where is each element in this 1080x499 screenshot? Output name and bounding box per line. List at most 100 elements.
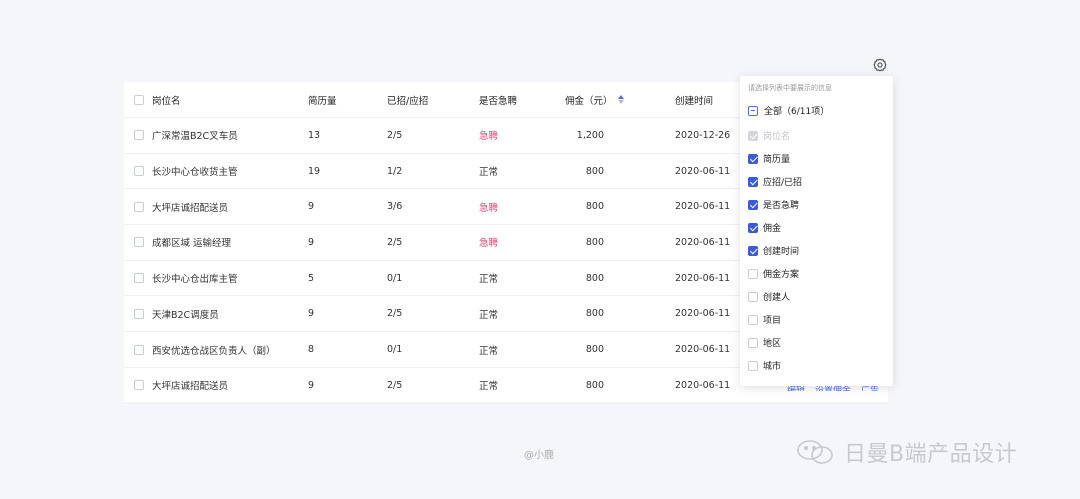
wechat-icon [797,440,833,464]
cell-name: 大坪店诚招配送员 [152,202,229,214]
cell-ratio: 2/5 [387,379,403,391]
header-resume: 简历量 [308,95,337,107]
cell-date: 2020-06-11 [675,379,731,391]
cell-ratio: 0/1 [387,344,403,356]
option-checkbox[interactable] [748,337,758,348]
cell-ratio: 2/5 [387,129,403,141]
column-option: 岗位名 [748,129,790,142]
header-urgent: 是否急聘 [479,95,518,107]
column-option[interactable]: 佣金方案 [748,267,799,280]
cell-name: 天津B2C调度员 [152,309,219,321]
cell-resume: 9 [308,236,315,248]
sort-icon[interactable] [617,95,624,104]
header-fee[interactable]: 佣金（元） [565,82,624,117]
cell-ratio: 0/1 [387,272,403,284]
cell-date: 2020-06-11 [675,272,731,284]
cell-fee: 800 [585,379,604,391]
option-label: 项目 [763,316,782,326]
brand-watermark-text: 日曼B端产品设计 [844,442,1018,467]
option-checkbox[interactable] [748,360,758,371]
option-checkbox[interactable] [748,153,758,164]
cell-name: 长沙中心仓收货主管 [152,167,238,179]
select-all-checkbox[interactable] [134,82,144,117]
column-option[interactable]: 城市 [748,359,781,372]
cell-ratio: 3/6 [387,201,403,213]
column-option[interactable]: 简历量 [748,152,790,165]
cell-resume: 9 [308,379,315,391]
header-fee-label: 佣金（元） [565,95,613,107]
option-label: 地区 [763,339,782,349]
cell-name: 大坪店诚招配送员 [152,381,229,393]
cell-name: 成都区域 运输经理 [152,238,232,250]
option-label: 应招/已招 [763,178,803,188]
cell-date: 2020-06-11 [675,344,731,356]
row-checkbox[interactable] [134,225,144,260]
cell-fee: 800 [585,344,604,356]
gear-icon[interactable] [873,58,887,72]
cell-resume: 8 [308,344,315,356]
option-checkbox [748,130,758,141]
column-option[interactable]: 应招/已招 [748,175,802,188]
cell-resume: 9 [308,308,315,320]
cell-urgent: 正常 [479,274,499,286]
option-checkbox[interactable] [748,222,758,233]
row-checkbox[interactable] [134,332,144,367]
row-checkbox[interactable] [134,154,144,189]
cell-name: 长沙中心仓出库主管 [152,274,238,286]
column-option[interactable]: 佣金 [748,221,781,234]
header-date: 创建时间 [675,95,714,107]
option-checkbox[interactable] [748,268,758,279]
option-label: 城市 [763,362,782,372]
cell-date: 2020-06-11 [675,165,731,177]
cell-ratio: 1/2 [387,165,403,177]
cell-urgent: 急聘 [479,238,499,250]
select-all-columns[interactable]: 全部（6/11项） [748,104,829,117]
cell-fee: 800 [585,308,604,320]
cell-fee: 1,200 [576,129,604,141]
author-watermark: @小鹿 [524,450,554,461]
option-label: 佣金方案 [763,270,800,280]
column-settings-panel: 请选择列表中要展示的信息 全部（6/11项） 岗位名简历量应招/已招是否急聘佣金… [740,76,893,386]
cell-resume: 13 [308,129,321,141]
cell-urgent: 急聘 [479,131,499,143]
cell-resume: 9 [308,201,315,213]
header-ratio: 已招/应招 [387,95,429,107]
indeterminate-checkbox[interactable] [748,105,758,116]
column-option[interactable]: 创建人 [748,290,790,303]
row-checkbox[interactable] [134,297,144,332]
option-checkbox[interactable] [748,199,758,210]
panel-hint: 请选择列表中要展示的信息 [748,84,832,92]
cell-name: 广深常温B2C叉车员 [152,131,238,143]
option-checkbox[interactable] [748,291,758,302]
row-checkbox[interactable] [134,118,144,153]
option-label: 创建时间 [763,247,800,257]
option-checkbox[interactable] [748,314,758,325]
cell-resume: 19 [308,165,321,177]
column-option[interactable]: 项目 [748,313,781,326]
option-label: 简历量 [763,155,791,165]
brand-watermark: 日曼B端产品设计 [796,436,1017,468]
option-checkbox[interactable] [748,176,758,187]
option-label: 岗位名 [763,132,791,142]
cell-urgent: 正常 [479,167,499,179]
column-option[interactable]: 是否急聘 [748,198,799,211]
cell-ratio: 2/5 [387,236,403,248]
cell-fee: 800 [585,201,604,213]
column-option[interactable]: 创建时间 [748,244,799,257]
row-checkbox[interactable] [134,189,144,224]
cell-urgent: 正常 [479,381,499,393]
cell-urgent: 急聘 [479,202,499,214]
cell-fee: 800 [585,272,604,284]
cell-resume: 5 [308,272,315,284]
cell-ratio: 2/5 [387,308,403,320]
cell-urgent: 正常 [479,345,499,357]
cell-date: 2020-12-26 [675,129,731,141]
cell-date: 2020-06-11 [675,201,731,213]
cell-fee: 800 [585,236,604,248]
column-option[interactable]: 地区 [748,336,781,349]
cell-date: 2020-06-11 [675,308,731,320]
row-checkbox[interactable] [134,368,144,403]
row-checkbox[interactable] [134,261,144,296]
option-label: 创建人 [763,293,791,303]
option-checkbox[interactable] [748,245,758,256]
